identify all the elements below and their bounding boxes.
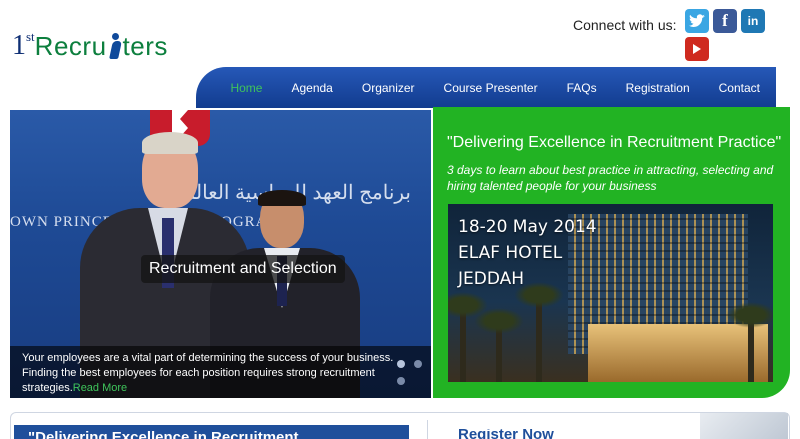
slide-caption: Recruitment and Selection [141,255,345,283]
event-date: 18-20 May 2014 [458,217,597,237]
slider-dot-3[interactable] [397,377,405,385]
promo-subtitle: 3 days to learn about best practice in a… [447,163,774,193]
twitter-icon[interactable] [685,9,709,33]
hero-slider[interactable]: برنامج العهد للدراسية العالمية OWN PRINC… [10,110,431,398]
promo-panel: "Delivering Excellence in Recruitment Pr… [433,107,790,398]
person-icon [108,31,122,61]
logo-superscript: st [26,29,35,44]
event-venue: ELAF HOTEL [458,243,563,263]
nav-organizer[interactable]: Organizer [362,81,415,95]
page: 1 st Recru ters Connect with us: f in Ho… [0,0,800,439]
logo-word: Recru ters [35,26,168,66]
hotel-image: 18-20 May 2014 ELAF HOTEL JEDDAH [448,204,773,382]
promo-title: "Delivering Excellence in Recruitment Pr… [447,134,782,151]
nav-registration[interactable]: Registration [626,81,690,95]
nav-course-presenter[interactable]: Course Presenter [444,81,538,95]
connect-label: Connect with us: [573,17,677,33]
facebook-icon[interactable]: f [713,9,737,33]
nav-agenda[interactable]: Agenda [291,81,332,95]
youtube-icon[interactable] [685,37,709,61]
event-city: JEDDAH [458,269,525,289]
logo-word-right: ters [122,31,168,61]
nav-home[interactable]: Home [230,81,262,95]
register-image [700,413,788,439]
slider-dot-2[interactable] [414,360,422,368]
register-now-heading[interactable]: Register Now [458,429,554,439]
logo-word-left: Recru [34,31,107,61]
nav-contact[interactable]: Contact [719,81,760,95]
nav-faqs[interactable]: FAQs [567,81,597,95]
read-more-link[interactable]: Read More [73,382,127,394]
slider-dot-1[interactable] [397,360,405,368]
main-nav: Home Agenda Organizer Course Presenter F… [196,67,776,108]
site-logo[interactable]: 1 st Recru ters [12,26,168,66]
column-divider [427,420,428,439]
event-info: 18-20 May 2014 ELAF HOTEL JEDDAH [458,214,597,292]
logo-number: 1 [12,30,26,61]
slide-description: Your employees are a vital part of deter… [10,346,431,398]
linkedin-icon[interactable]: in [741,9,765,33]
section-title-left: "Delivering Excellence in Recruitment [14,425,409,439]
